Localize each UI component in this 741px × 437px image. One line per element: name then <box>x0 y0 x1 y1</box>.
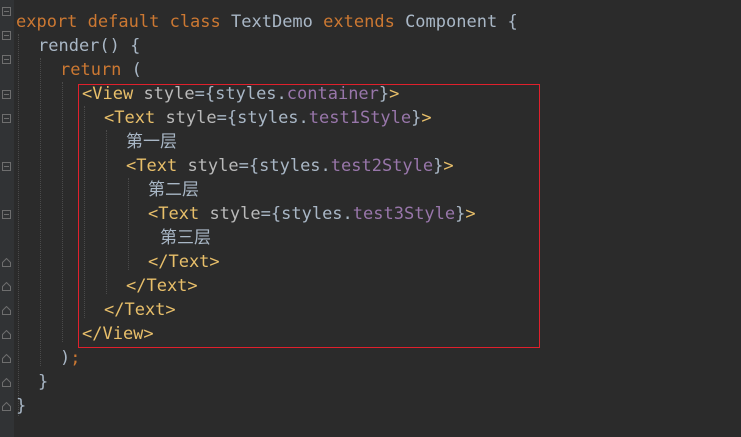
keyword: default <box>87 12 160 32</box>
object-ref: styles. <box>215 84 287 104</box>
paren: ) <box>60 348 71 368</box>
indent-guide <box>62 82 63 342</box>
jsx-attr: style <box>165 108 217 128</box>
fold-open-icon[interactable] <box>2 210 11 219</box>
keyword: export <box>16 12 78 32</box>
fold-open-icon[interactable] <box>2 114 11 123</box>
paren: ( <box>131 60 142 80</box>
property: test1Style <box>308 108 412 128</box>
property: test2Style <box>330 156 434 176</box>
code-line-17[interactable]: } <box>16 394 26 418</box>
class-name: TextDemo <box>231 12 313 32</box>
jsx-tag: <Text <box>104 108 156 128</box>
jsx-tag: <View <box>82 84 134 104</box>
base-class: Component <box>405 12 498 32</box>
fold-open-icon[interactable] <box>2 55 11 64</box>
object-ref: styles. <box>259 156 331 176</box>
equals: = <box>238 156 249 176</box>
code-line-2[interactable]: render() { <box>38 34 140 58</box>
code-line-4[interactable]: <View style={styles.container}> <box>82 82 399 106</box>
code-line-3[interactable]: return ( <box>60 58 142 82</box>
brace: } <box>378 84 390 104</box>
fold-open-icon[interactable] <box>2 90 11 99</box>
code-line-12[interactable]: </Text> <box>126 274 198 298</box>
code-line-11[interactable]: </Text> <box>148 250 220 274</box>
code-line-10[interactable]: 第三层 <box>160 226 211 250</box>
code-line-16[interactable]: } <box>38 370 48 394</box>
equals: = <box>194 84 205 104</box>
fold-open-icon[interactable] <box>2 7 11 16</box>
fold-open-icon[interactable] <box>2 31 11 40</box>
brace: } <box>38 372 49 392</box>
indent-guide <box>128 178 129 270</box>
text-content: 第三层 <box>160 228 211 248</box>
code-line-15[interactable]: ); <box>60 346 81 370</box>
code-line-6[interactable]: 第一层 <box>126 130 177 154</box>
brace: { <box>270 204 282 224</box>
jsx-tag: > <box>443 156 454 176</box>
brace: { <box>248 156 260 176</box>
code-editor[interactable]: export default class TextDemo extends Co… <box>0 0 741 437</box>
brace: } <box>16 396 27 416</box>
code-line-7[interactable]: <Text style={styles.test2Style}> <box>126 154 454 178</box>
fold-gutter <box>0 0 14 437</box>
code-line-14[interactable]: </View> <box>82 322 154 346</box>
jsx-tag: > <box>465 204 476 224</box>
keyword: class <box>169 12 221 32</box>
semicolon: ; <box>70 348 81 368</box>
jsx-close-tag: </Text> <box>104 300 176 320</box>
brace: { <box>226 108 238 128</box>
text-content: 第二层 <box>148 180 199 200</box>
indent-guide <box>40 58 41 366</box>
property: container <box>286 84 379 104</box>
code-line-13[interactable]: </Text> <box>104 298 176 322</box>
text-content: 第一层 <box>126 132 177 152</box>
property: test3Style <box>352 204 456 224</box>
fold-close-icon[interactable] <box>2 282 11 291</box>
fold-close-icon[interactable] <box>2 330 11 339</box>
fold-open-icon[interactable] <box>2 162 11 171</box>
jsx-close-tag: </Text> <box>148 252 220 272</box>
indent-guide <box>106 130 107 294</box>
jsx-tag: <Text <box>126 156 178 176</box>
fold-close-icon[interactable] <box>2 258 11 267</box>
equals: = <box>260 204 271 224</box>
jsx-attr: style <box>209 204 261 224</box>
object-ref: styles. <box>281 204 353 224</box>
jsx-close-tag: </View> <box>82 324 154 344</box>
equals: = <box>216 108 227 128</box>
indent-guide <box>18 34 19 416</box>
jsx-attr: style <box>143 84 195 104</box>
jsx-close-tag: </Text> <box>126 276 198 296</box>
jsx-tag: > <box>389 84 400 104</box>
jsx-tag: <Text <box>148 204 200 224</box>
brace: } <box>411 108 422 128</box>
brace: } <box>433 156 444 176</box>
fold-close-icon[interactable] <box>2 378 11 387</box>
brace: { <box>507 12 518 32</box>
keyword: extends <box>323 12 395 32</box>
jsx-attr: style <box>187 156 239 176</box>
keyword: return <box>60 60 122 80</box>
brace: { <box>204 84 216 104</box>
method-signature: render() { <box>38 36 141 56</box>
object-ref: styles. <box>237 108 309 128</box>
code-line-5[interactable]: <Text style={styles.test1Style}> <box>104 106 432 130</box>
fold-close-icon[interactable] <box>2 402 11 411</box>
fold-close-icon[interactable] <box>2 354 11 363</box>
code-line-9[interactable]: <Text style={styles.test3Style}> <box>148 202 476 226</box>
fold-close-icon[interactable] <box>2 306 11 315</box>
code-line-8[interactable]: 第二层 <box>148 178 199 202</box>
brace: } <box>455 204 466 224</box>
indent-guide <box>84 106 85 318</box>
code-line-1[interactable]: export default class TextDemo extends Co… <box>16 10 518 34</box>
jsx-tag: > <box>421 108 432 128</box>
